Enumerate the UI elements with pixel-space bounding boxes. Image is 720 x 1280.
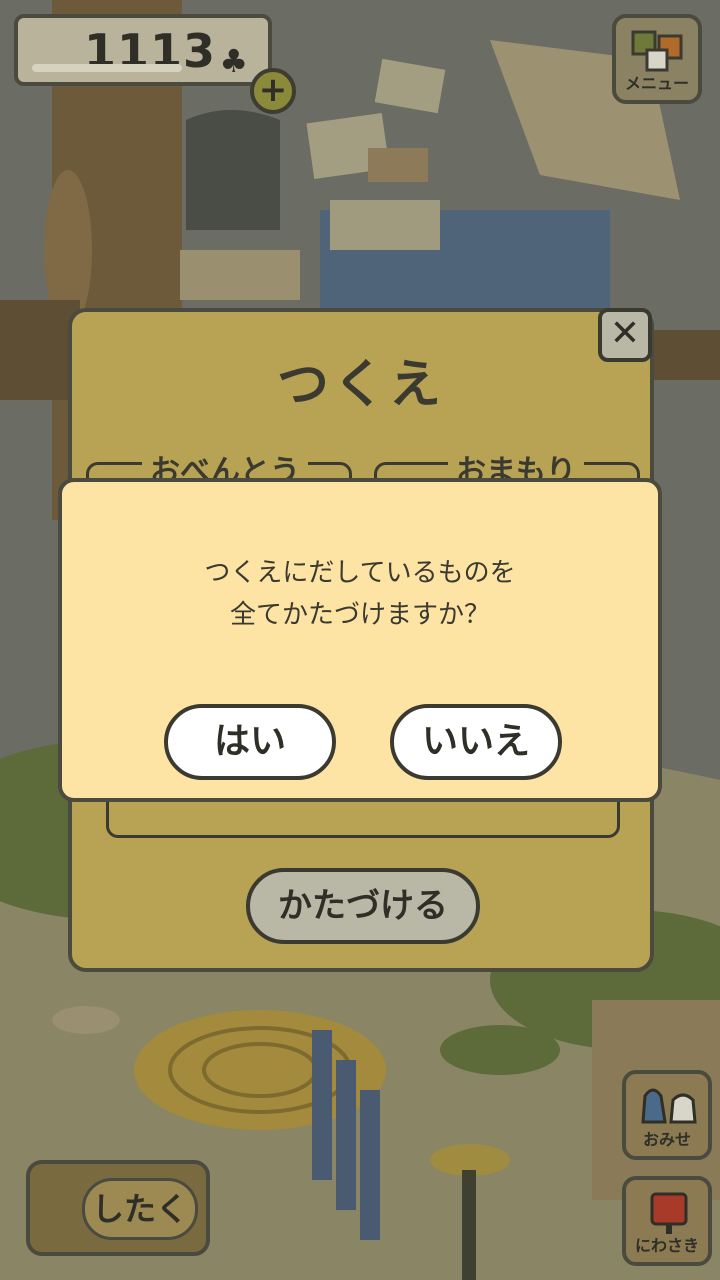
clover-icon: ♣	[219, 42, 248, 80]
shop-button[interactable]: おみせ	[622, 1070, 712, 1160]
confirm-dialog: つくえにだしているものを 全てかたづけますか？ はい いいえ	[58, 478, 662, 802]
no-button[interactable]: いいえ	[390, 704, 562, 780]
prepare-button[interactable]: したく	[26, 1160, 210, 1256]
garden-button[interactable]: にわさき	[622, 1176, 712, 1266]
desk-title: つくえ	[276, 355, 445, 415]
garden-label: にわさき	[634, 1236, 699, 1255]
menu-button[interactable]: メニュー	[612, 14, 702, 104]
menu-label: メニュー	[624, 74, 689, 93]
add-clover-button[interactable]: +	[250, 68, 296, 114]
mailbox-icon	[650, 1192, 688, 1234]
confirm-message: つくえにだしているものを 全てかたづけますか？	[204, 558, 516, 630]
yes-button[interactable]: はい	[164, 704, 336, 780]
counter-bar	[32, 64, 182, 72]
close-button[interactable]: ✕	[598, 308, 652, 362]
shop-label: おみせ	[642, 1130, 691, 1149]
prepare-label: したく	[82, 1178, 198, 1240]
clear-desk-button[interactable]: かたづける	[246, 868, 480, 944]
shop-bag-icon	[641, 1088, 697, 1124]
clover-counter: 1113 ♣	[14, 14, 272, 86]
